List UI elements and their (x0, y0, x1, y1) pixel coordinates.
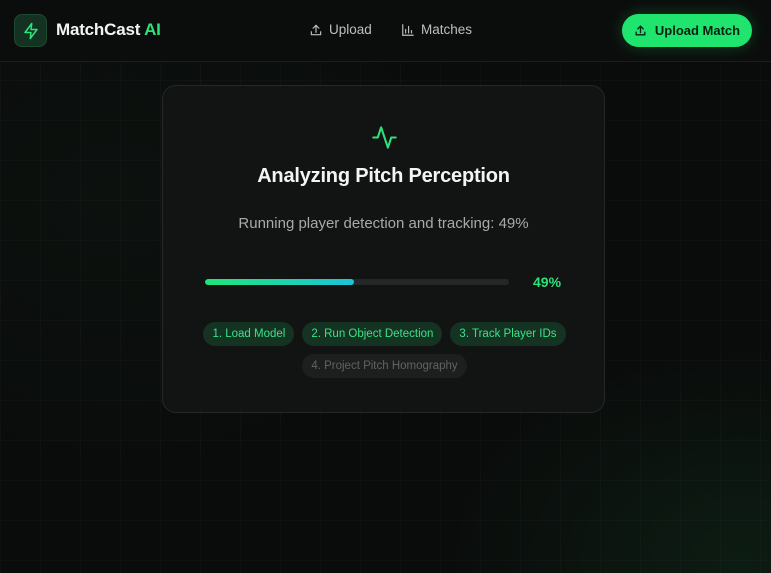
nav-upload[interactable]: Upload (309, 22, 372, 37)
upload-icon (635, 25, 646, 36)
progress-bar-fill (205, 279, 354, 285)
nav-matches[interactable]: Matches (401, 22, 472, 37)
upload-icon (310, 24, 322, 35)
lightning-bolt-icon (23, 22, 38, 39)
step-track-player-ids: 3. Track Player IDs (450, 322, 566, 346)
nav-upload-label: Upload (329, 22, 372, 37)
step-run-object-detection: 2. Run Object Detection (302, 322, 443, 346)
pipeline-steps: 1. Load Model 2. Run Object Detection 3.… (203, 322, 566, 378)
logo[interactable] (14, 14, 47, 47)
nav-matches-label: Matches (421, 22, 473, 37)
brand-suffix: AI (144, 20, 161, 39)
brand-name-text: MatchCast (56, 20, 141, 39)
progress-percentage: 49% (533, 274, 562, 290)
upload-match-button[interactable]: Upload Match (622, 14, 752, 47)
progress-bar (205, 279, 509, 285)
activity-pulse-icon (372, 126, 397, 149)
upload-match-label: Upload Match (654, 23, 741, 38)
bar-chart-icon (402, 23, 414, 36)
top-header: MatchCast AI Upload Matches Upload Match (0, 0, 771, 62)
step-load-model: 1. Load Model (203, 322, 295, 346)
analysis-status: Running player detection and tracking: 4… (238, 215, 529, 232)
brand-name[interactable]: MatchCast AI (56, 20, 161, 40)
analysis-title: Analyzing Pitch Perception (257, 165, 510, 187)
analysis-card: Analyzing Pitch Perception Running playe… (162, 85, 605, 413)
step-project-pitch-homography: 4. Project Pitch Homography (302, 354, 467, 378)
